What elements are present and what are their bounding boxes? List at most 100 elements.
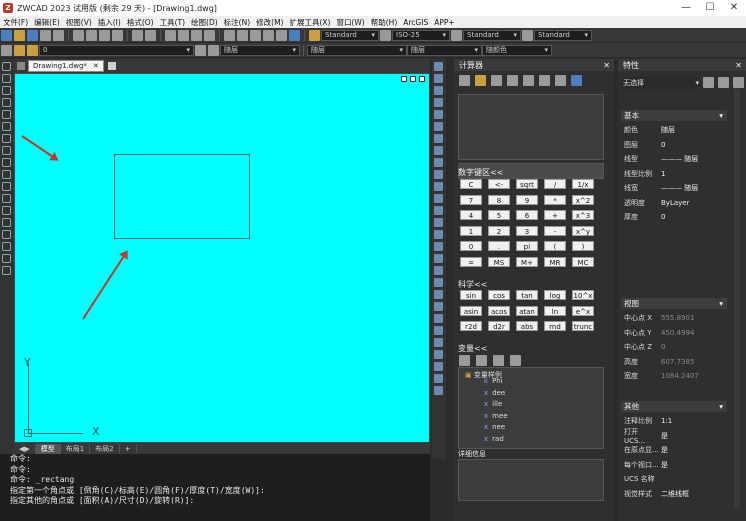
numpad-button[interactable]: MC bbox=[572, 256, 594, 267]
numpad-button[interactable]: 1 bbox=[460, 225, 482, 236]
toggle-pickadd-icon[interactable] bbox=[703, 77, 714, 88]
numpad-button[interactable]: pi bbox=[516, 241, 538, 251]
mirror-icon[interactable] bbox=[434, 86, 443, 95]
redo-icon[interactable] bbox=[145, 29, 156, 41]
cut-icon[interactable] bbox=[73, 29, 84, 41]
numpad-button[interactable]: ) bbox=[572, 241, 594, 251]
variable-item[interactable]: x dee bbox=[484, 389, 505, 397]
sheet-icon[interactable] bbox=[263, 29, 274, 41]
menu-view[interactable]: 视图(V) bbox=[63, 17, 95, 28]
join-icon[interactable] bbox=[434, 206, 443, 215]
numpad-button[interactable]: + bbox=[544, 210, 566, 220]
property-row[interactable]: 每个视口... 是 bbox=[621, 458, 727, 472]
numpad-button[interactable]: x^2 bbox=[572, 194, 594, 205]
new-icon[interactable] bbox=[1, 29, 12, 41]
scale-icon[interactable] bbox=[434, 146, 443, 155]
numpad-button[interactable]: 8 bbox=[488, 194, 510, 205]
layer-prev-icon[interactable] bbox=[195, 44, 206, 56]
variable-item[interactable]: k Phi bbox=[484, 377, 503, 385]
move-icon[interactable] bbox=[434, 122, 443, 131]
preview-icon[interactable] bbox=[53, 29, 64, 41]
property-row[interactable]: 中心点 Z 0 bbox=[621, 340, 727, 354]
drawing-canvas[interactable] bbox=[14, 73, 430, 443]
scientific-button[interactable]: r2d bbox=[460, 321, 482, 331]
measure-icon[interactable] bbox=[434, 338, 443, 347]
edit-spline-icon[interactable] bbox=[434, 266, 443, 275]
scientific-button[interactable]: asin bbox=[460, 305, 482, 316]
color-select[interactable]: 随层 ▾ bbox=[220, 44, 300, 56]
scientific-button[interactable]: e^x bbox=[572, 305, 594, 316]
group-misc[interactable]: 其他 ▾ bbox=[621, 401, 727, 412]
numpad-button[interactable]: 9 bbox=[516, 194, 538, 205]
circle-icon[interactable] bbox=[2, 134, 11, 143]
lengthen-icon[interactable] bbox=[434, 302, 443, 311]
property-row[interactable]: 颜色 随层 bbox=[621, 123, 727, 137]
property-row[interactable]: 线宽 ——— 随层 bbox=[621, 181, 727, 195]
table-icon[interactable] bbox=[2, 254, 11, 263]
property-row[interactable]: 厚度 0 bbox=[621, 210, 727, 224]
variable-item[interactable]: x ille bbox=[484, 400, 502, 408]
calc-help-icon[interactable] bbox=[571, 75, 582, 86]
zoom-prev-icon[interactable] bbox=[204, 29, 215, 41]
table-style-select[interactable]: Standard ▾ bbox=[463, 29, 521, 41]
rotate-icon[interactable] bbox=[434, 134, 443, 143]
command-line[interactable]: 命令: 命令: 命令: _rectang 指定第一个角点或 [倒角(C)/标高(… bbox=[0, 454, 430, 521]
linetype-select[interactable]: 随层 ▾ bbox=[307, 44, 407, 56]
quick-select-icon[interactable] bbox=[733, 77, 744, 88]
match-icon[interactable] bbox=[112, 29, 123, 41]
tab-close-icon[interactable]: ✕ bbox=[93, 62, 99, 70]
menu-tools[interactable]: 工具(T) bbox=[157, 17, 188, 28]
draw-order-icon[interactable] bbox=[434, 290, 443, 299]
numpad-button[interactable]: 1/x bbox=[572, 179, 594, 189]
make-current-icon[interactable] bbox=[208, 44, 219, 56]
numpad-button[interactable]: 2 bbox=[488, 225, 510, 236]
ellipse-arc-icon[interactable] bbox=[2, 182, 11, 191]
menu-app[interactable]: APP+ bbox=[431, 18, 457, 27]
explode-icon[interactable] bbox=[434, 242, 443, 251]
numpad-button[interactable]: sqrt bbox=[516, 179, 538, 189]
properties-match-icon[interactable] bbox=[434, 350, 443, 359]
property-row[interactable]: 高度 607.7385 bbox=[621, 355, 727, 369]
layer-select[interactable]: 0 ▾ bbox=[39, 44, 194, 56]
numpad-button[interactable]: / bbox=[544, 179, 566, 189]
numpad-button[interactable]: 7 bbox=[460, 194, 482, 205]
numpad-button[interactable]: . bbox=[488, 241, 510, 251]
menu-format[interactable]: 格式(O) bbox=[124, 17, 157, 28]
variable-item[interactable]: x mee bbox=[484, 412, 508, 420]
insert-block-icon[interactable] bbox=[2, 194, 11, 203]
panel-close-icon[interactable]: ✕ bbox=[735, 61, 742, 70]
group-basic[interactable]: 基本 ▾ bbox=[621, 110, 727, 121]
numpad-button[interactable]: = bbox=[460, 256, 482, 267]
property-row[interactable]: 在原点显... 是 bbox=[621, 443, 727, 457]
point-icon[interactable] bbox=[2, 218, 11, 227]
print-icon[interactable] bbox=[40, 29, 51, 41]
props-scrollbar[interactable] bbox=[734, 89, 740, 509]
menu-arcgis[interactable]: ArcGIS bbox=[400, 18, 431, 27]
numpad-button[interactable]: ( bbox=[544, 241, 566, 251]
numpad-button[interactable]: <- bbox=[488, 179, 510, 189]
selection-select[interactable]: 无选择 ▾ bbox=[621, 77, 699, 89]
zoom-icon[interactable] bbox=[178, 29, 189, 41]
copy-object-icon[interactable] bbox=[434, 74, 443, 83]
tool-palette-icon[interactable] bbox=[250, 29, 261, 41]
variable-item[interactable]: x nee bbox=[484, 423, 505, 431]
save-icon[interactable] bbox=[27, 29, 38, 41]
property-row[interactable]: 线型比例 1 bbox=[621, 167, 727, 181]
delete-var-icon[interactable] bbox=[493, 355, 504, 366]
distance-icon[interactable] bbox=[507, 75, 518, 86]
properties-icon[interactable] bbox=[224, 29, 235, 41]
annotate-icon[interactable] bbox=[434, 386, 443, 395]
menu-express[interactable]: 扩展工具(X) bbox=[286, 17, 333, 28]
arc-icon[interactable] bbox=[2, 86, 11, 95]
polygon-icon[interactable] bbox=[2, 98, 11, 107]
polyline-icon[interactable] bbox=[2, 122, 11, 131]
region-icon[interactable] bbox=[2, 242, 11, 251]
numpad-button[interactable]: MS bbox=[488, 256, 510, 267]
edit-polyline-icon[interactable] bbox=[434, 254, 443, 263]
drawn-rectangle[interactable] bbox=[114, 154, 250, 239]
scientific-button[interactable]: ln bbox=[544, 305, 566, 316]
menu-modify[interactable]: 修改(M) bbox=[253, 17, 286, 28]
group-view[interactable]: 视图 ▾ bbox=[621, 298, 727, 309]
scientific-button[interactable]: cos bbox=[488, 290, 510, 300]
divide-icon[interactable] bbox=[434, 326, 443, 335]
